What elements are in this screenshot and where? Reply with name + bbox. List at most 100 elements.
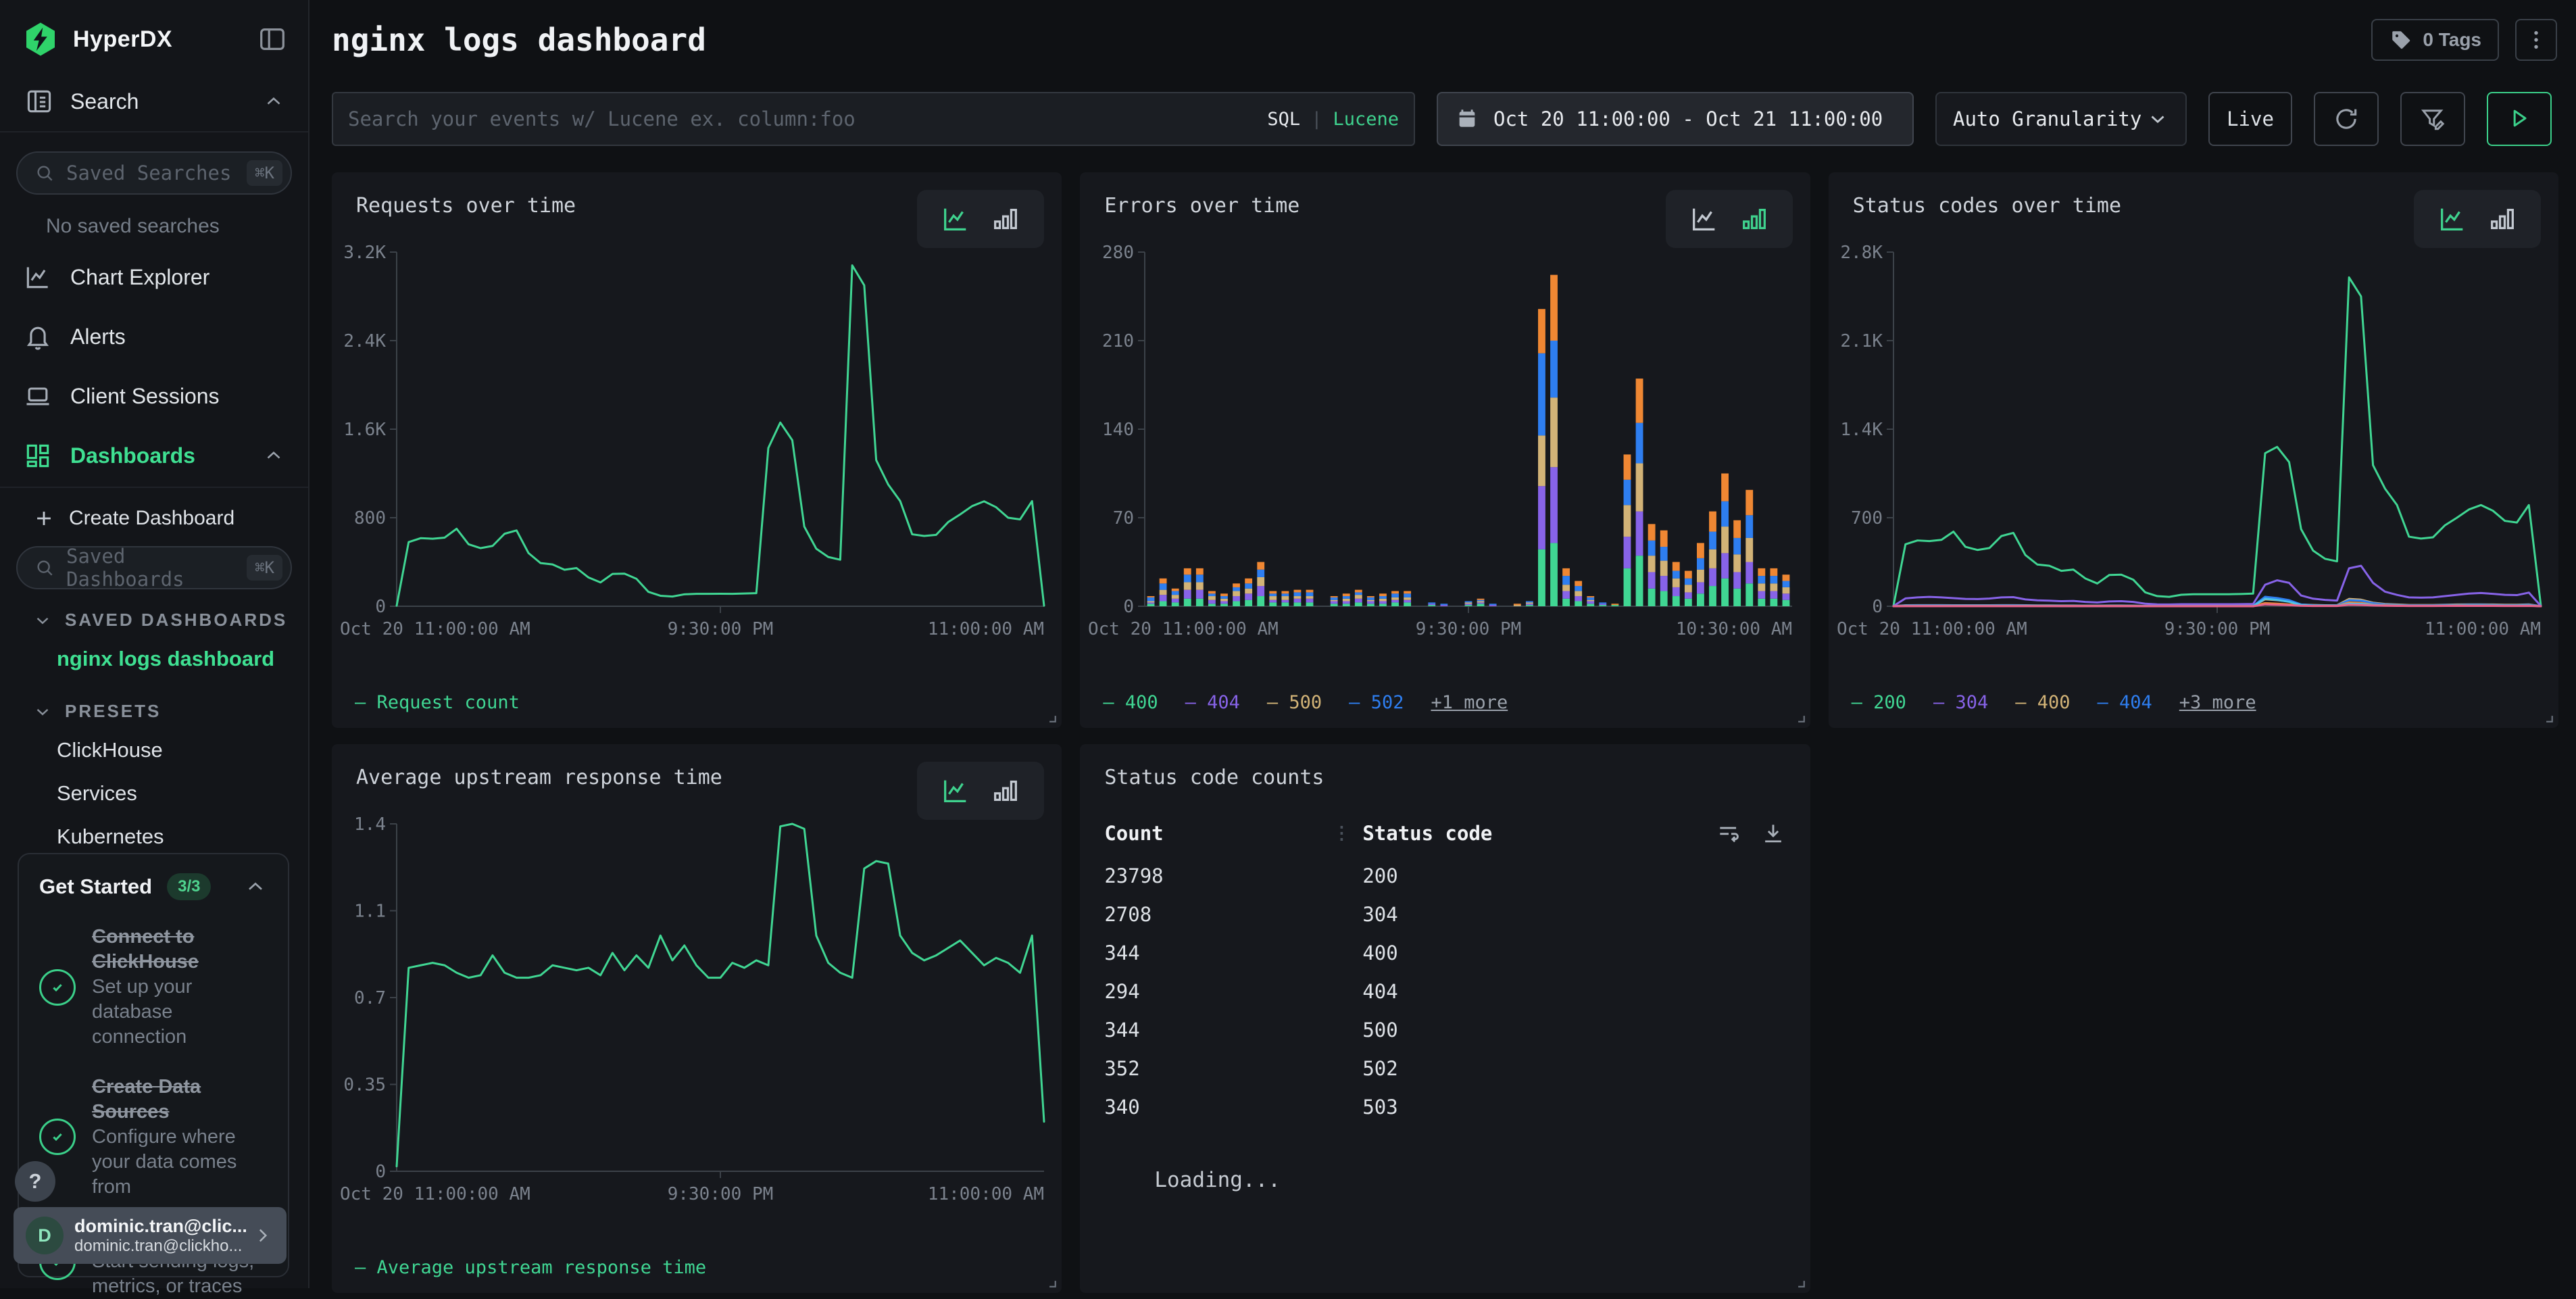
sidebar-collapse-icon[interactable]	[257, 24, 288, 55]
get-started-step[interactable]: Connect to ClickHouse Set up your databa…	[39, 925, 268, 1050]
tags-button[interactable]: 0 Tags	[2371, 19, 2499, 61]
column-header-count[interactable]: Count	[1104, 822, 1333, 845]
step-title: Create Data Sources	[92, 1076, 201, 1123]
line-chart-icon[interactable]	[940, 775, 971, 806]
run-query-button[interactable]	[2487, 92, 2552, 146]
sql-toggle[interactable]: SQL	[1267, 109, 1300, 130]
chart-explorer-icon	[23, 262, 53, 292]
get-started-step[interactable]: Create Data Sources Configure where your…	[39, 1075, 268, 1200]
saved-dashboards-input[interactable]: Saved Dashboards ⌘K	[16, 546, 292, 589]
sidebar-item-kubernetes[interactable]: Kubernetes	[16, 815, 292, 858]
user-name: dominic.tran@clic...	[74, 1216, 247, 1236]
legend-item[interactable]: — Average upstream response time	[355, 1257, 706, 1278]
svg-text:11:00:00 AM: 11:00:00 AM	[928, 619, 1044, 639]
sidebar-item-alerts[interactable]: Alerts	[16, 307, 292, 366]
requests-chart[interactable]: 08001.6K2.4K3.2KOct 20 11:00:00 AM9:30:0…	[339, 243, 1049, 648]
chart-legend: — 400 — 404 — 500 — 502 +1 more	[1103, 692, 1508, 713]
legend-item[interactable]: — 400	[1103, 692, 1158, 713]
panel-title: Errors over time	[1104, 194, 1299, 218]
cell-count: 352	[1104, 1057, 1362, 1080]
resize-handle-icon[interactable]	[1040, 706, 1058, 724]
sidebar-item-search[interactable]: Search	[0, 76, 308, 132]
table-row[interactable]: 340503	[1104, 1087, 1785, 1126]
sidebar-item-services[interactable]: Services	[16, 772, 292, 815]
saved-dashboards-section-header[interactable]: SAVED DASHBOARDS	[16, 589, 292, 637]
panel-avg-upstream-response-time: Average upstream response time 00.350.71…	[332, 744, 1062, 1293]
chevron-up-icon[interactable]	[262, 90, 285, 113]
table-row[interactable]: 352502	[1104, 1049, 1785, 1087]
svg-text:1.4K: 1.4K	[1840, 420, 1883, 440]
sidebar-item-clickhouse[interactable]: ClickHouse	[16, 729, 292, 772]
chevron-up-icon[interactable]	[243, 875, 268, 899]
filter-button[interactable]	[2400, 92, 2465, 146]
bar-chart-icon[interactable]	[990, 775, 1021, 806]
user-email: dominic.tran@clickho...	[74, 1237, 242, 1255]
magnifier-icon	[34, 557, 55, 579]
resize-handle-icon[interactable]	[2537, 706, 2554, 724]
line-chart-icon[interactable]	[1689, 203, 1720, 235]
column-resize-handle[interactable]: ⋮	[1333, 823, 1362, 843]
legend-item[interactable]: — 200	[1852, 692, 1906, 713]
saved-searches-input[interactable]: Saved Searches ⌘K	[16, 151, 292, 195]
resize-handle-icon[interactable]	[1789, 706, 1806, 724]
cell-count: 340	[1104, 1096, 1362, 1119]
legend-item[interactable]: — 502	[1349, 692, 1404, 713]
bar-chart-icon[interactable]	[2487, 203, 2518, 235]
table-row[interactable]: 344400	[1104, 933, 1785, 972]
table-row[interactable]: 2708304	[1104, 895, 1785, 933]
status-codes-chart[interactable]: 07001.4K2.1K2.8KOct 20 11:00:00 AM9:30:0…	[1835, 243, 2546, 648]
shortcut-badge: ⌘K	[247, 555, 282, 581]
resize-handle-icon[interactable]	[1789, 1271, 1806, 1289]
legend-item[interactable]: — 500	[1267, 692, 1322, 713]
time-range-picker[interactable]: Oct 20 11:00:00 - Oct 21 11:00:00	[1437, 92, 1914, 146]
refresh-button[interactable]	[2314, 92, 2379, 146]
event-search-input[interactable]: Search your events w/ Lucene ex. column:…	[332, 92, 1415, 146]
download-icon[interactable]	[1760, 820, 1786, 846]
svg-text:2.8K: 2.8K	[1840, 243, 1883, 263]
resize-handle-icon[interactable]	[1040, 1271, 1058, 1289]
line-chart-icon[interactable]	[940, 203, 971, 235]
sidebar-item-nginx-logs-dashboard[interactable]: nginx logs dashboard	[16, 637, 292, 681]
legend-more-link[interactable]: +1 more	[1431, 692, 1508, 713]
legend-item[interactable]: — 404	[1185, 692, 1240, 713]
svg-text:2.4K: 2.4K	[343, 331, 386, 351]
create-dashboard-button[interactable]: Create Dashboard	[16, 488, 292, 546]
line-chart-icon[interactable]	[2437, 203, 2468, 235]
legend-item[interactable]: — 304	[1933, 692, 1988, 713]
table-body: 2379820027083043444002944043445003525023…	[1104, 856, 1785, 1126]
svg-text:9:30:00 PM: 9:30:00 PM	[2164, 619, 2270, 639]
column-header-status-code[interactable]: Status code	[1362, 822, 1492, 845]
dashboard-menu-button[interactable]	[2515, 19, 2557, 61]
sidebar-item-chart-explorer[interactable]: Chart Explorer	[16, 247, 292, 307]
table-row[interactable]: 294404	[1104, 972, 1785, 1010]
chart-legend: — Request count	[355, 692, 520, 713]
sidebar-item-dashboards[interactable]: Dashboards	[0, 426, 308, 488]
calendar-icon	[1456, 107, 1480, 131]
avg-upstream-chart[interactable]: 00.350.71.11.4Oct 20 11:00:00 AM9:30:00 …	[339, 814, 1049, 1213]
bar-chart-icon[interactable]	[990, 203, 1021, 235]
granularity-select[interactable]: Auto Granularity	[1935, 92, 2187, 146]
create-dashboard-label: Create Dashboard	[69, 507, 234, 530]
chevron-up-icon[interactable]	[262, 444, 285, 467]
errors-chart[interactable]: 070140210280Oct 20 11:00:00 AM9:30:00 PM…	[1087, 243, 1798, 648]
cell-status-code: 304	[1362, 903, 1397, 926]
svg-text:70: 70	[1113, 508, 1134, 529]
legend-item[interactable]: — 404	[2098, 692, 2152, 713]
bar-chart-icon[interactable]	[1739, 203, 1770, 235]
cell-status-code: 200	[1362, 864, 1397, 887]
saved-dashboards-placeholder: Saved Dashboards	[66, 545, 236, 591]
tags-label: 0 Tags	[2423, 29, 2481, 51]
wrap-lines-icon[interactable]	[1716, 820, 1741, 846]
table-row[interactable]: 23798200	[1104, 856, 1785, 895]
help-button[interactable]: ?	[15, 1161, 55, 1202]
legend-more-link[interactable]: +3 more	[2179, 692, 2256, 713]
table-row[interactable]: 344500	[1104, 1010, 1785, 1049]
sidebar-item-client-sessions[interactable]: Client Sessions	[16, 366, 292, 426]
legend-item[interactable]: — Request count	[355, 692, 520, 713]
legend-item[interactable]: — 400	[2015, 692, 2070, 713]
presets-section-header[interactable]: PRESETS	[16, 681, 292, 729]
user-menu[interactable]: D dominic.tran@clic... dominic.tran@clic…	[14, 1207, 287, 1264]
live-button[interactable]: Live	[2208, 92, 2292, 146]
svg-text:Oct 20 11:00:00 AM: Oct 20 11:00:00 AM	[1837, 619, 2027, 639]
lucene-toggle[interactable]: Lucene	[1333, 109, 1399, 130]
